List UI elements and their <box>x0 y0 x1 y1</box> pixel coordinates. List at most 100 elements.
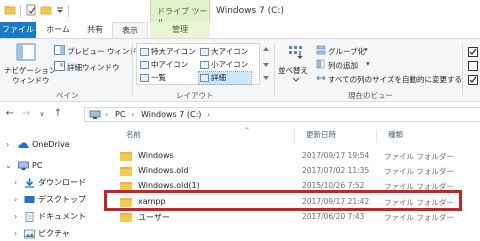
forward-arrow-icon[interactable]: → <box>20 108 32 120</box>
nav-item-label: OneDrive <box>32 140 70 149</box>
customize-quick-access-icon[interactable] <box>54 4 66 16</box>
fit-columns-button[interactable]: すべての列のサイズを自動的に変更する <box>328 74 462 85</box>
sort-icon <box>289 46 303 59</box>
breadcrumb-separator: › <box>207 110 211 119</box>
title-bar: ドライブ ツール Windows 7 (C:) <box>0 0 480 27</box>
download-icon <box>25 178 34 188</box>
highlight-annotation-box <box>104 190 462 211</box>
nav-item-label: ピクチャ <box>38 229 70 238</box>
checkbox-icon[interactable] <box>468 75 478 85</box>
layout-small-icons[interactable]: 小アイコン <box>199 59 251 71</box>
breadcrumb-separator: › <box>105 110 109 119</box>
layout-details[interactable]: 詳細 <box>198 71 252 85</box>
group-separator <box>462 43 463 97</box>
row-date: 2017/06/20 7:43 <box>302 212 365 221</box>
nav-pane-button[interactable]: ナビゲーション ウィンドウ <box>2 41 56 87</box>
column-header-type[interactable]: 種類 <box>388 128 403 142</box>
layout-group-label: レイアウト <box>176 91 214 100</box>
nav-item-label: デスクトップ <box>38 195 86 204</box>
navigation-pane: › OneDrive ⌄ PC › ダウンロード › デスクトップ › ドキュメ… <box>0 124 104 241</box>
breadcrumb-separator: › <box>131 110 135 119</box>
gallery-scroll-icon[interactable] <box>262 43 270 85</box>
properties-icon[interactable] <box>25 4 37 16</box>
table-row[interactable]: ユーザー 2017/06/20 7:43 ファイル フォルダー <box>114 210 480 224</box>
row-type: ファイル フォルダー <box>384 213 454 222</box>
back-arrow-icon[interactable]: ← <box>4 108 16 120</box>
row-date: 2015/10/26 7:52 <box>302 181 365 190</box>
chevron-down-icon: ▾ <box>366 59 370 68</box>
layout-item-label: 一覧 <box>151 73 166 82</box>
chevron-right-icon: › <box>14 212 18 221</box>
layout-large-icons[interactable]: 大アイコン <box>199 46 251 58</box>
nav-item-label: ドキュメント <box>38 212 86 221</box>
chevron-right-icon: › <box>14 195 18 204</box>
ribbon-panel: ナビゲーション ウィンドウ プレビュー ウィンドウ 詳細ウィンドウ ペイン 特大… <box>0 38 480 102</box>
nav-item-downloads[interactable]: › ダウンロード <box>0 176 104 190</box>
documents-icon <box>25 212 34 222</box>
tab-view[interactable]: 表示 <box>112 22 148 38</box>
chevron-right-icon: › <box>6 140 10 149</box>
nav-item-desktop[interactable]: › デスクトップ <box>0 193 104 207</box>
navigation-pane-icon <box>16 43 36 61</box>
nav-item-onedrive[interactable]: › OneDrive <box>0 138 104 152</box>
details-icon <box>200 74 209 82</box>
row-name: ユーザー <box>138 213 170 222</box>
group-by-button[interactable]: グループ化 <box>328 46 365 57</box>
tab-manage[interactable]: 管理 <box>150 22 210 38</box>
breadcrumb-pc[interactable]: PC <box>115 110 125 119</box>
layout-medium-icons[interactable]: 中アイコン <box>139 59 197 71</box>
add-columns-button[interactable]: 列の追加 <box>328 60 358 71</box>
row-date: 2017/07/02 11:35 <box>302 166 370 175</box>
nav-item-label: PC <box>32 161 43 170</box>
column-header-name[interactable]: 名前 <box>126 128 141 142</box>
row-type: ファイル フォルダー <box>384 152 454 161</box>
pc-icon <box>89 110 101 119</box>
quick-access-separator <box>68 5 69 17</box>
new-folder-icon[interactable] <box>40 4 52 16</box>
group-by-icon <box>316 45 326 55</box>
chevron-right-icon: › <box>14 229 18 238</box>
layout-list[interactable]: 一覧 <box>139 72 197 84</box>
folder-icon <box>120 213 132 222</box>
extra-large-icons-icon <box>140 48 149 56</box>
nav-item-label: ダウンロード <box>38 178 86 187</box>
up-arrow-icon[interactable]: ↑ <box>52 108 64 120</box>
checkbox-icon[interactable] <box>468 61 478 71</box>
group-separator <box>274 43 275 97</box>
row-name: Windows.old <box>138 166 189 175</box>
breadcrumb-drive[interactable]: Windows 7 (C:) <box>141 110 201 119</box>
table-row[interactable]: Windows.old 2017/07/02 11:35 ファイル フォルダー <box>114 164 480 178</box>
sort-label-line1: 並べ替え <box>278 66 308 75</box>
layout-extra-large-icons[interactable]: 特大アイコン <box>139 46 197 58</box>
tab-share[interactable]: 共有 <box>80 22 110 38</box>
tab-file[interactable]: ファイル <box>0 22 36 38</box>
recent-locations-icon[interactable]: ∨ <box>36 108 48 120</box>
large-icons-icon <box>200 48 209 56</box>
table-row[interactable]: Windows 2017/09/17 19:54 ファイル フォルダー <box>114 149 480 163</box>
nav-item-pictures[interactable]: › ピクチャ <box>0 227 104 241</box>
nav-item-pc[interactable]: ⌄ PC <box>0 159 104 173</box>
column-divider <box>294 130 295 142</box>
small-icons-icon <box>200 61 209 69</box>
nav-item-documents[interactable]: › ドキュメント <box>0 210 104 224</box>
pc-icon <box>18 161 29 170</box>
checkbox-icon[interactable] <box>468 47 478 57</box>
cloud-icon <box>18 142 29 148</box>
preview-pane-icon <box>54 45 65 55</box>
details-pane-icon <box>54 61 65 71</box>
layout-gallery: 特大アイコン 大アイコン 中アイコン 小アイコン 一覧 詳細 <box>136 43 260 85</box>
address-bar[interactable]: › PC › Windows 7 (C:) › <box>84 107 480 122</box>
list-icon <box>140 74 149 82</box>
medium-icons-icon <box>140 61 149 69</box>
drive-tools-context-header: ドライブ ツール <box>150 0 210 27</box>
pictures-icon <box>24 229 35 239</box>
file-list: ^ 名前 更新日時 種類 Windows 2017/09/17 19:54 ファ… <box>106 124 480 241</box>
chevron-down-icon <box>292 77 300 82</box>
ribbon-tabs: ファイル ホーム 共有 表示 管理 <box>0 22 480 38</box>
details-pane-button[interactable]: 詳細ウィンドウ <box>67 62 120 73</box>
row-name: Windows.old(1) <box>138 181 200 190</box>
column-header-modified[interactable]: 更新日時 <box>306 128 336 142</box>
group-separator <box>132 43 133 97</box>
tab-home[interactable]: ホーム <box>40 22 76 38</box>
sort-by-button[interactable]: 並べ替え <box>278 41 314 87</box>
